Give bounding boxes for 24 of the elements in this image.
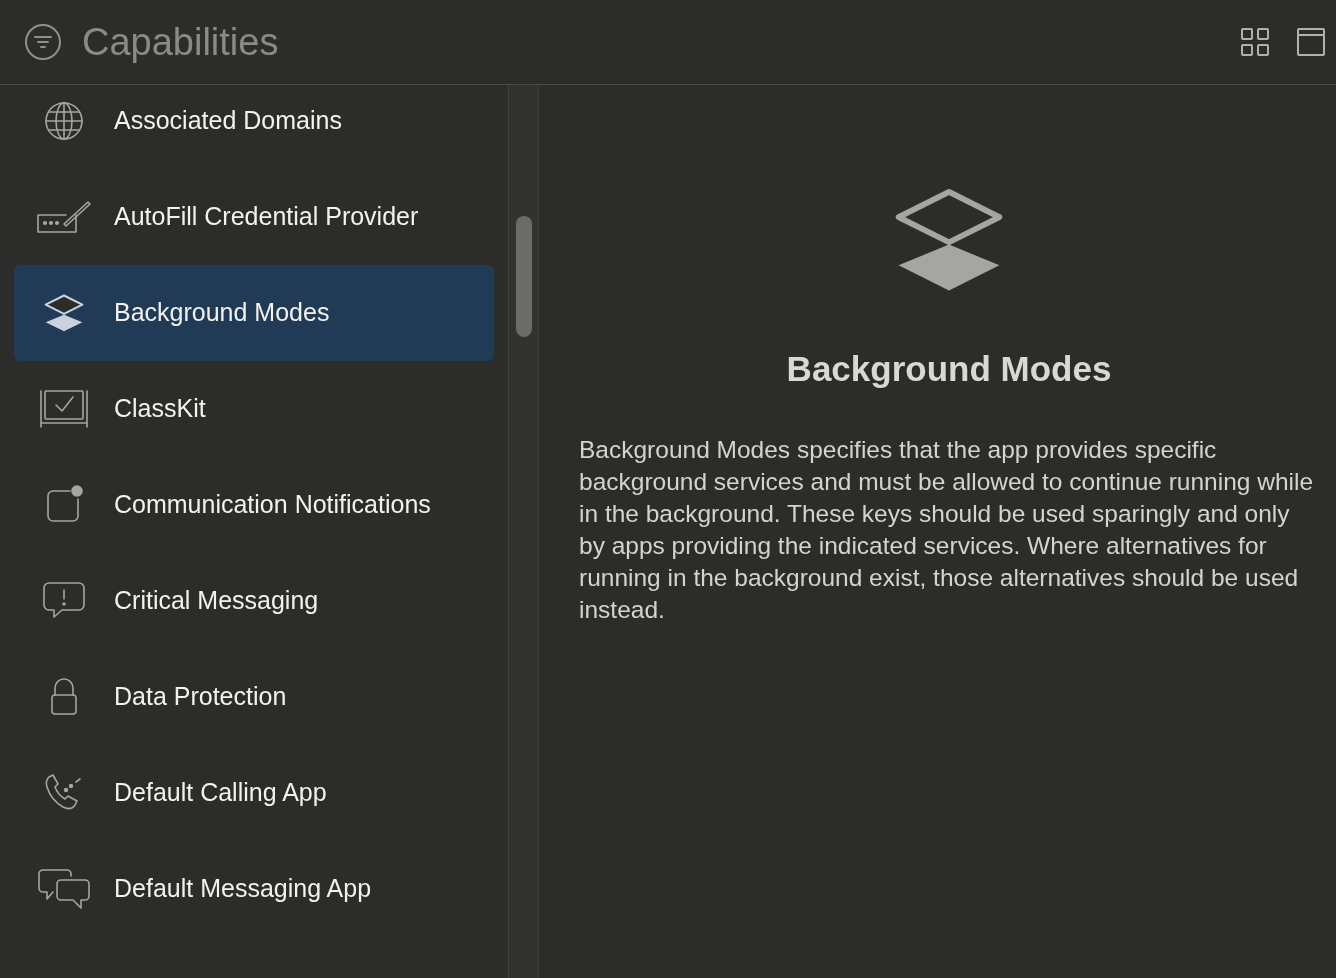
chat-bubbles-icon (37, 868, 91, 910)
detail-description: Background Modes specifies that the app provides specific background services and must be allowed to continue running while in the background. These keys should be used sparingly and only by apps providing the indicated services. Where alternatives for running in the background exist, those alternatives should be used instead. (579, 434, 1315, 625)
alert-bubble-icon (42, 581, 86, 621)
layers-icon (44, 293, 84, 333)
capability-item[interactable]: Communication Notifications (14, 457, 494, 553)
scrollbar-thumb[interactable] (515, 216, 532, 337)
capability-item[interactable]: Data Protection (14, 649, 494, 745)
capability-item[interactable]: ClassKit (14, 361, 494, 457)
capability-item[interactable]: AutoFill Credential Provider (14, 169, 494, 265)
capability-item[interactable]: Critical Messaging (14, 553, 494, 649)
keyboard-pen-icon (36, 199, 92, 235)
capability-item[interactable]: Default Messaging App (14, 841, 494, 937)
checked-screen-icon (39, 389, 89, 429)
app-badge-icon (44, 485, 84, 525)
capability-item[interactable]: Default Calling App (14, 745, 494, 841)
lock-icon (49, 677, 79, 717)
globe-icon (44, 101, 84, 141)
grid-view-icon[interactable] (1240, 27, 1270, 57)
capability-item[interactable]: Associated Domains (14, 85, 494, 169)
capability-item[interactable]: Background Modes (14, 265, 494, 361)
detail-title: Background Modes (786, 348, 1112, 390)
window-icon[interactable] (1296, 27, 1326, 57)
filter-icon[interactable] (24, 23, 62, 61)
page-title: Capabilities (82, 19, 279, 65)
